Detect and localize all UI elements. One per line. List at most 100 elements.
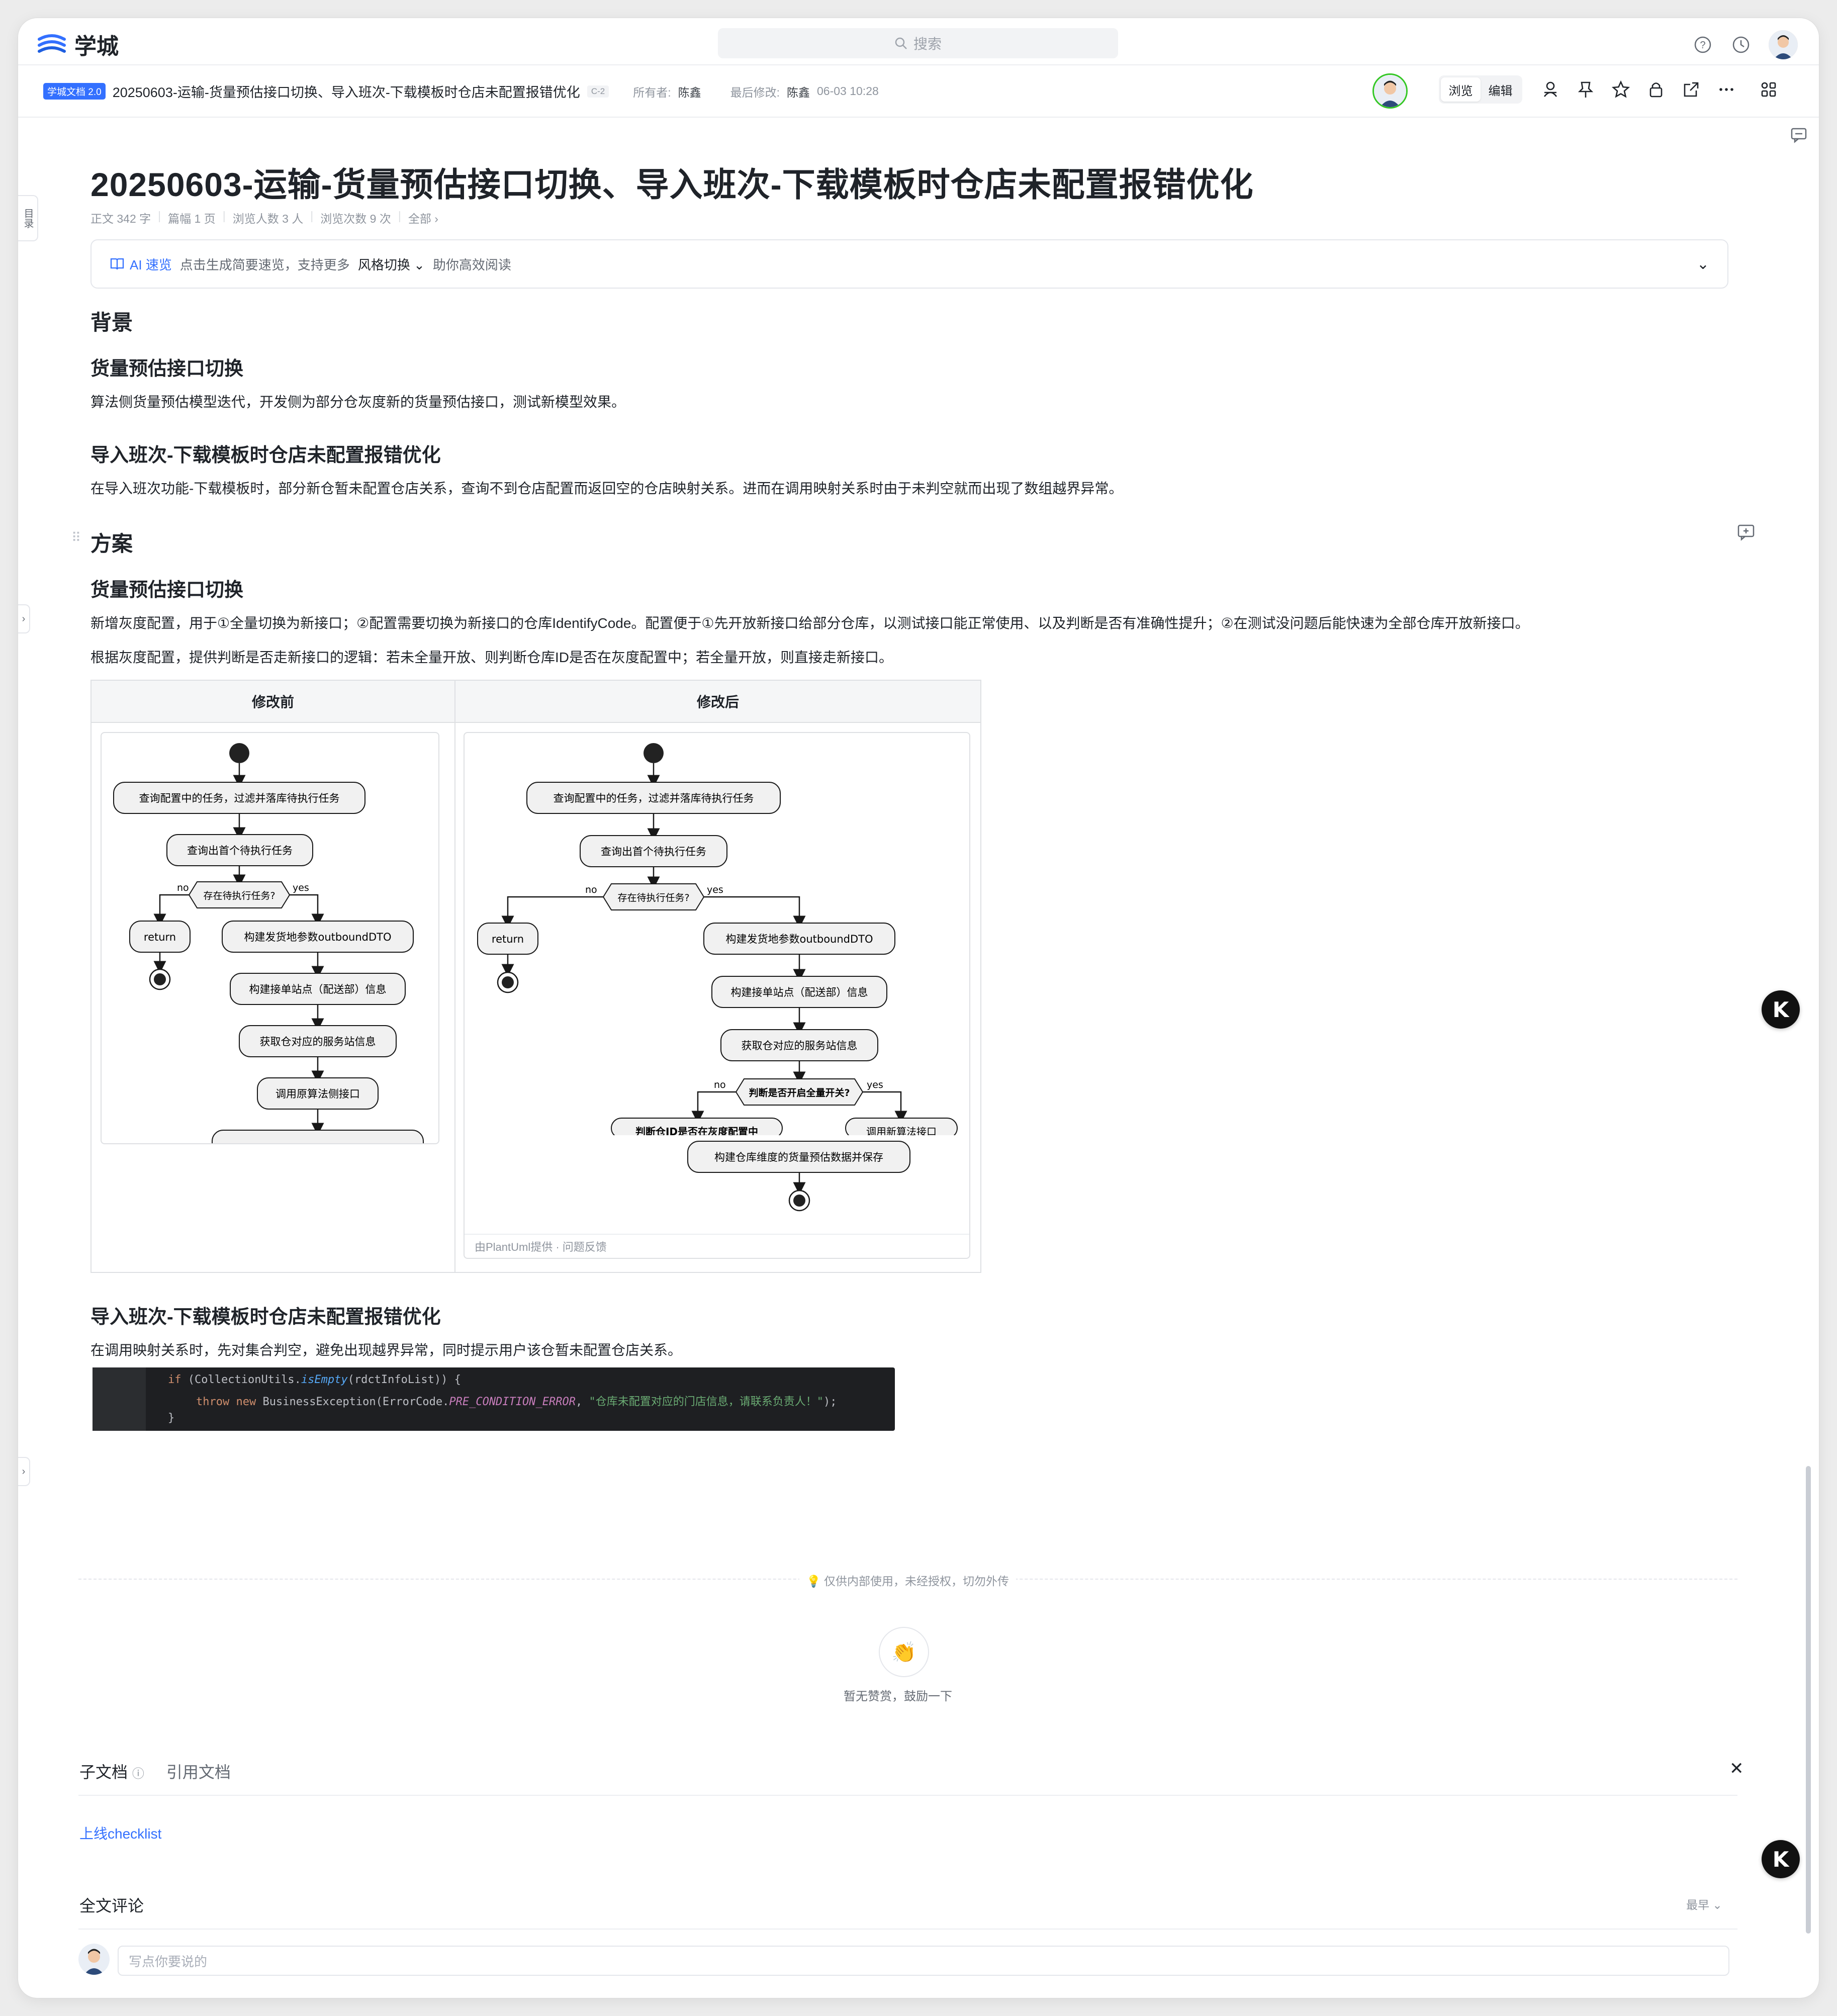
open-external-icon[interactable] (1681, 79, 1701, 100)
history-icon[interactable] (1729, 33, 1753, 56)
heading-plan: 方案 (90, 532, 133, 556)
node-label: 构建仓库维度的货量预估数据并保存 (714, 1151, 883, 1163)
comment-input[interactable]: 写点你要说的 (118, 1946, 1729, 1976)
document-bar: 学城文档 2.0 20250603-运输-货量预估接口切换、导入班次-下载模板时… (18, 64, 1819, 118)
node-label: 构建发货地参数outboundDTO (244, 931, 391, 943)
comment-panel-icon[interactable] (1790, 126, 1808, 146)
node-label: 获取仓对应的服务站信息 (260, 1036, 376, 1048)
flowchart-after[interactable]: 查询配置中的任务，过滤并落库待执行任务 查询出首个待执行任务 存在待执行任务? … (464, 732, 970, 1259)
plantuml-credit[interactable]: 由PlantUml提供 · 问题反馈 (475, 1238, 607, 1254)
book-icon (110, 258, 124, 270)
modified-time: 06-03 10:28 (817, 84, 879, 98)
stat-all-link[interactable]: 全部 › (408, 209, 438, 226)
modified-by[interactable]: 陈鑫 (787, 83, 810, 100)
paragraph-bg-1: 算法侧货量预估模型迭代，开发侧为部分仓灰度新的货量预估接口，测试新模型效果。 (90, 394, 626, 410)
scrollbar-thumb[interactable] (1806, 1466, 1811, 1934)
mode-toggle: 浏览 编辑 (1439, 75, 1522, 104)
heading-plan-volume-forecast: 货量预估接口切换 (90, 580, 244, 601)
plantuml-footer: 由PlantUml提供 · 问题反馈 (465, 1234, 969, 1258)
node-label: 构建接单站点（配送部）信息 (731, 986, 868, 998)
style-switch-dropdown[interactable]: 风格切换 ⌄ (358, 255, 425, 273)
user-avatar[interactable] (1768, 29, 1799, 60)
paragraph-plan-1: 新增灰度配置，用于①全量切换为新接口；②配置需要切换为新接口的仓库Identif… (90, 615, 1529, 631)
toc-toggle[interactable]: 目录 (18, 195, 38, 241)
top-actions: ? (1691, 29, 1799, 60)
stat-words: 正文 342 字 (90, 212, 151, 225)
clap-icon: 👏 (891, 1641, 916, 1664)
view-mode-button[interactable]: 浏览 (1441, 77, 1481, 102)
comment-sort-dropdown[interactable]: 最早 ⌄ (1686, 1895, 1722, 1912)
appreciate-button[interactable]: 👏 (879, 1627, 929, 1677)
node-label: 获取仓对应的服务站信息 (742, 1040, 858, 1052)
branch-label-yes: yes (867, 1079, 883, 1090)
code-line-3: } (168, 1412, 175, 1424)
collaborator-avatar[interactable] (1372, 73, 1408, 109)
more-icon[interactable] (1716, 79, 1736, 100)
lock-icon[interactable] (1646, 79, 1666, 100)
bulb-icon: 💡 (806, 1575, 821, 1588)
branch-label-yes: yes (293, 882, 309, 893)
ai-summary-help: 助你高效阅读 (432, 257, 511, 272)
k-assistant-button-lower[interactable]: K (1762, 1840, 1800, 1878)
tabs-divider (78, 1795, 1737, 1796)
tab-child-docs[interactable]: 子文档 ⓘ (79, 1760, 144, 1783)
table-header-before: 修改前 (91, 681, 455, 723)
xuecheng-logo-icon (38, 34, 66, 53)
add-comment-icon[interactable] (1736, 523, 1756, 544)
ai-summary-desc: 点击生成简要速览，支持更多 (179, 257, 350, 272)
help-icon[interactable]: ? (1691, 33, 1714, 56)
toc-label: 目录 (22, 208, 33, 228)
code-line-1: if (CollectionUtils.isEmpty(rdctInfoList… (168, 1373, 461, 1386)
stat-pages: 篇幅 1 页 (168, 212, 216, 225)
paragraph-plan-3: 在调用映射关系时，先对集合判空，避免出现越界异常，同时提示用户该仓暂未配置仓店关… (90, 1342, 682, 1358)
edit-mode-button[interactable]: 编辑 (1481, 77, 1520, 102)
apps-grid-icon[interactable] (1759, 79, 1779, 100)
owner-name[interactable]: 陈鑫 (678, 83, 701, 100)
close-icon[interactable]: ✕ (1729, 1759, 1744, 1779)
doc-stats: 正文 342 字 | 篇幅 1 页 | 浏览人数 3 人 | 浏览次数 9 次 | 全部… (90, 209, 438, 226)
doc-bar-title: 20250603-运输-货量预估接口切换、导入班次-下载模板时仓店未配置报错优化 (112, 85, 580, 100)
stat-views: 浏览次数 9 次 (320, 212, 391, 225)
heading-bg-import-shift: 导入班次-下载模板时仓店未配置报错优化 (90, 445, 441, 466)
node-label: 存在待执行任务? (617, 892, 689, 903)
comments-title: 全文评论 (79, 1897, 144, 1915)
share-people-icon[interactable] (1540, 79, 1560, 100)
k-assistant-button[interactable]: K (1762, 990, 1800, 1029)
modified-label: 最后修改: (730, 85, 780, 99)
ai-summary-bar[interactable]: AI 速览 点击生成简要速览，支持更多 风格切换 ⌄ 助你高效阅读 ⌄ (90, 239, 1728, 289)
node-label: 查询出首个待执行任务 (187, 845, 293, 857)
comments-divider (78, 1929, 1737, 1930)
branch-label-no: no (714, 1079, 726, 1090)
ai-summary-button[interactable]: AI 速览 (110, 255, 172, 273)
flowchart-before[interactable]: 查询配置中的任务，过滤并落库待执行任务 查询出首个待执行任务 存在待执行任务? … (101, 732, 439, 1144)
app-name: 学城 (74, 34, 119, 59)
expand-left-panel-button[interactable]: › (18, 604, 30, 633)
owner-label: 所有者: (633, 85, 671, 99)
node-label: 查询配置中的任务，过滤并落库待执行任务 (139, 792, 340, 804)
doc-title: 20250603-运输-货量预估接口切换、导入班次-下载模板时仓店未配置报错优化 (90, 166, 1254, 203)
svg-text:?: ? (1700, 40, 1705, 51)
doc-actions (1540, 79, 1779, 100)
expand-left-panel-button-lower[interactable]: › (18, 1457, 30, 1486)
node-label: return (144, 931, 176, 943)
drag-handle-icon[interactable]: ⠿ (71, 530, 81, 545)
start-node (229, 743, 249, 763)
node-label: 判断是否开启全量开关? (749, 1087, 850, 1098)
child-doc-link[interactable]: 上线checklist (79, 1823, 161, 1843)
top-bar: 学城 搜索 ? (18, 18, 1819, 65)
appreciate-text: 暂无赞赏，鼓励一下 (844, 1690, 952, 1703)
pin-icon[interactable] (1576, 79, 1596, 100)
code-block[interactable]: if (CollectionUtils.isEmpty(rdctInfoList… (93, 1367, 895, 1431)
node-label: 查询出首个待执行任务 (601, 846, 706, 858)
chevron-down-icon: ⌄ (414, 257, 425, 272)
star-icon[interactable] (1611, 79, 1631, 100)
tab-referenced-docs[interactable]: 引用文档 (166, 1760, 231, 1783)
app-logo[interactable]: 学城 (36, 28, 119, 60)
search-input[interactable]: 搜索 (718, 28, 1118, 58)
doc-breadcrumb: 学城文档 2.0 20250603-运输-货量预估接口切换、导入班次-下载模板时… (43, 81, 879, 101)
chevron-down-icon[interactable]: ⌄ (1697, 255, 1709, 273)
node-label: 构建发货地参数outboundDTO (725, 933, 873, 945)
paragraph-bg-2: 在导入班次功能-下载模板时，部分新仓暂未配置仓店关系，查询不到仓店配置而返回空的… (90, 481, 1123, 496)
paragraph-plan-2: 根据灰度配置，提供判断是否走新接口的逻辑：若未全量开放、则判断仓库ID是否在灰度… (90, 650, 893, 665)
comment-placeholder: 写点你要说的 (129, 1954, 208, 1969)
